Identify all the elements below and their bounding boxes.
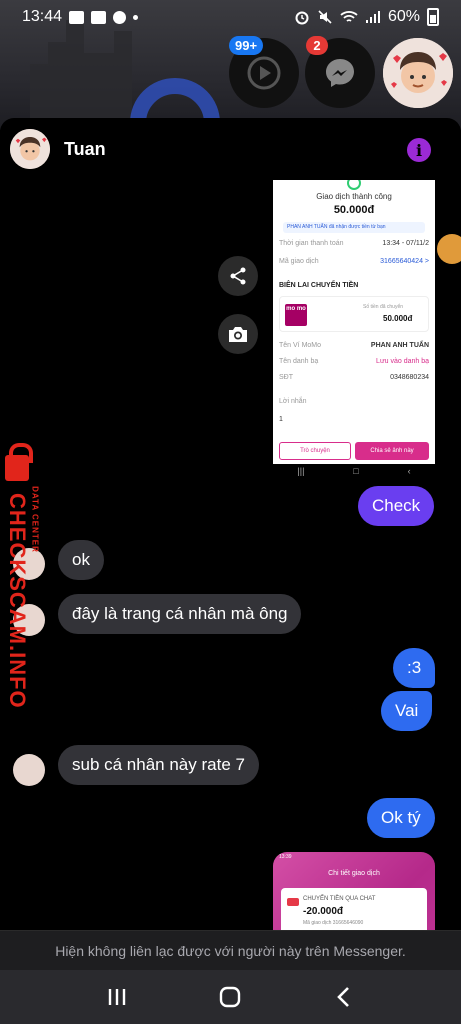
receipt-row: SĐT 0348680234 — [279, 374, 429, 381]
message-bubble-outgoing[interactable]: Vai — [381, 691, 433, 731]
floating-avatar[interactable] — [437, 234, 461, 264]
share-button[interactable] — [218, 256, 258, 296]
row-value: 0348680234 — [390, 374, 429, 381]
recents-icon — [108, 989, 126, 1005]
play-badge: 99+ — [229, 36, 264, 55]
message-bubble-incoming[interactable]: ok — [58, 540, 104, 580]
mute-icon — [318, 10, 332, 24]
avatar-image — [383, 38, 453, 108]
receipt-title: Giao dịch thành công — [316, 192, 392, 201]
back-icon: ‹ — [407, 466, 411, 476]
messenger-badge: 2 — [306, 36, 328, 55]
transaction-item-amount: -20.000đ — [303, 906, 344, 917]
video-icon — [91, 10, 107, 24]
receipt-row: Thời gian thanh toán 13:34 - 07/11/2 — [279, 240, 429, 247]
watermark-brand: CHECKSCAM.INFO — [5, 493, 30, 709]
save-image-button[interactable] — [218, 314, 258, 354]
message-bubble-incoming[interactable]: đây là trang cá nhân mà ông — [58, 594, 302, 634]
receipt-share-button: Chia sẻ ảnh này — [355, 442, 429, 460]
row-value: 1 — [279, 416, 283, 423]
row-label: SĐT — [279, 374, 293, 381]
info-button[interactable]: i — [407, 138, 431, 162]
receipt-row: 1 — [279, 416, 429, 423]
app-icon — [113, 10, 127, 24]
row-label: Tên Ví MoMo — [279, 342, 322, 349]
row-value: 13:34 - 07/11/2 — [382, 240, 429, 247]
status-bar: 13:44 60% — [0, 0, 461, 34]
row-label: Tên danh bạ — [279, 358, 319, 365]
receipt-heading-text: BIÊN LAI CHUYỂN TIỀN — [279, 282, 359, 289]
contact-name[interactable]: Tuan — [64, 139, 106, 160]
row-value: 31665640424 > — [380, 258, 429, 265]
share-icon — [230, 267, 246, 285]
row-label: Mã giao dịch — [279, 258, 319, 265]
recents-icon: ||| — [297, 466, 305, 476]
row-label: Số tiền đã chuyển — [363, 304, 404, 310]
message-bubble-incoming[interactable]: sub cá nhân này rate 7 — [58, 745, 259, 785]
wifi-icon — [340, 11, 358, 22]
messenger-icon — [326, 59, 354, 87]
alarm-icon — [295, 11, 309, 25]
watermark-sub: DATA CENTER — [30, 486, 40, 553]
receipt-chat-button: Trò chuyện — [279, 442, 351, 460]
receipt-row: 50.000đ — [383, 314, 429, 323]
signal-icon — [365, 11, 380, 23]
receipt-row: Số tiền đã chuyển — [363, 304, 429, 310]
lock-icon — [5, 443, 33, 481]
info-icon: i — [415, 140, 423, 160]
recents-button[interactable] — [97, 977, 137, 1017]
message-bubble-outgoing[interactable]: :3 — [393, 648, 436, 688]
watermark: DATA CENTER CHECKSCAM.INFO — [0, 443, 50, 709]
contact-chat-head[interactable] — [383, 38, 453, 108]
home-button[interactable] — [210, 977, 250, 1017]
row-value: PHAN ANH TUẤN — [370, 342, 429, 349]
success-check-icon — [347, 180, 361, 190]
row-label: Thời gian thanh toán — [279, 240, 344, 247]
transaction-heading: Chi tiết giao dịch — [328, 870, 380, 877]
row-label: Lời nhắn — [279, 398, 307, 405]
contact-avatar[interactable] — [10, 129, 50, 169]
receipt-nav-bar: ||| □ ‹ — [273, 464, 435, 478]
chat-header: Tuan i — [0, 118, 461, 180]
chat-panel: Tuan i Giao dịch thành công 50.000đ PHAN… — [0, 118, 461, 970]
camera-icon — [229, 327, 247, 342]
avatar-image — [10, 129, 50, 169]
play-icon — [247, 56, 281, 90]
unavailable-notice: Hiện không liên lạc được với người này t… — [0, 930, 461, 970]
back-icon — [337, 987, 350, 1007]
transaction-item-id: Mã giao dịch 31665646090 — [303, 920, 364, 926]
receipt-row: Mã giao dịch 31665640424 > — [279, 258, 429, 265]
receipt-note: PHAN ANH TUẤN đã nhận được tiền từ bạn — [283, 222, 425, 233]
receipt-amount: 50.000đ — [333, 204, 375, 216]
back-button[interactable] — [324, 977, 364, 1017]
message-bubble-outgoing[interactable]: Ok tý — [367, 798, 435, 838]
status-time: 13:44 — [22, 8, 63, 25]
momo-logo: mo mo — [285, 304, 307, 326]
receipt-row: Tên danh bạ Lưu vào danh bạ — [279, 358, 429, 365]
receipt-row: Tên Ví MoMo PHAN ANH TUẤN — [279, 342, 429, 349]
message-avatar — [13, 754, 45, 786]
system-nav-bar — [0, 970, 461, 1024]
row-value: 50.000đ — [383, 314, 413, 323]
transaction-icon — [287, 898, 299, 906]
receipt-heading: BIÊN LAI CHUYỂN TIỀN — [279, 282, 429, 289]
transaction-item-title: CHUYỂN TIỀN QUA CHAT — [303, 896, 376, 902]
battery-icon — [427, 8, 439, 26]
more-notifications-icon — [133, 14, 139, 20]
image-status-strip: 13:39 — [273, 852, 435, 862]
home-icon — [220, 986, 241, 1008]
home-icon: □ — [353, 466, 359, 476]
shared-receipt-image[interactable]: Giao dịch thành công 50.000đ PHAN ANH TU… — [273, 180, 435, 464]
image-status-time: 13:39 — [279, 854, 292, 860]
gallery-icon — [69, 10, 85, 24]
row-value: Lưu vào danh bạ — [376, 358, 429, 365]
receipt-row: Lời nhắn — [279, 398, 429, 405]
message-bubble-outgoing[interactable]: Check — [358, 486, 435, 526]
battery-percent: 60% — [387, 8, 420, 25]
